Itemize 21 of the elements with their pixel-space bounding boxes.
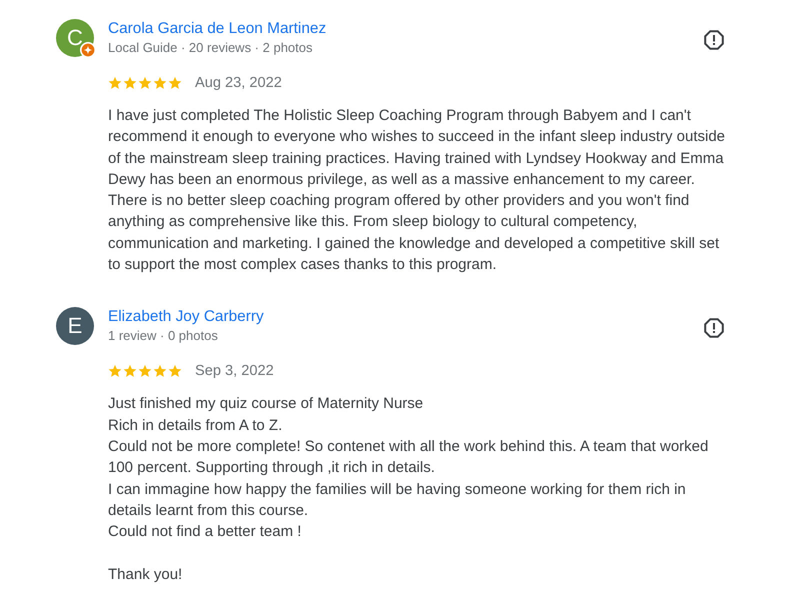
star-icon: [123, 76, 137, 90]
reviewer-stats: 1 review · 0 photos: [108, 327, 218, 346]
reviewer-name-link[interactable]: Elizabeth Joy Carberry: [108, 307, 264, 328]
avatar: E: [56, 307, 94, 346]
review-text: I have just completed The Holistic Sleep Coaching Program through Babyem and I can't recommend it enough to everyone who wishes to succeed in the infant sleep industry outside of the mainstream sleep training practices. Having trained with Lyndsey Hookway and Emma Dewy has been an enormous privilege, as well as a massive enhancement to my career. There is no better sleep coaching program offered by other providers and you won't find anything as comprehensive like this. From sleep biology to cultural competency, communication and marketing. I gained the knowledge and developed a competitive skill set to support the most complex cases thanks to this program.: [108, 106, 726, 276]
report-icon[interactable]: [704, 318, 724, 338]
report-icon[interactable]: [704, 30, 724, 50]
star-icon: [123, 364, 137, 378]
star-icon: [108, 76, 122, 90]
star-icon: [168, 364, 182, 378]
review-date: Aug 23, 2022: [195, 75, 282, 91]
star-icon: [153, 364, 167, 378]
star-icon: [138, 364, 152, 378]
reviewer-name-link[interactable]: Carola Garcia de Leon Martinez: [108, 19, 326, 39]
review-text: Just finished my quiz course of Maternity Nurse Rich in details from A to Z. Could not be more complete! So contenet with all the work behind this. A team that worked 100 percent. Supporting through ,it rich in details. I can immagine how happy the families will be having someone working for them rich in details learnt from this course. Could not find a better team ! Thank you!: [108, 394, 710, 585]
star-icon: [108, 364, 122, 378]
star-icon: [168, 76, 182, 90]
reviewer-stats: Local Guide · 20 reviews · 2 photos: [108, 39, 312, 57]
review-date: Sep 3, 2022: [195, 363, 274, 380]
star-icon: [138, 76, 152, 90]
star-icon: [153, 76, 167, 90]
